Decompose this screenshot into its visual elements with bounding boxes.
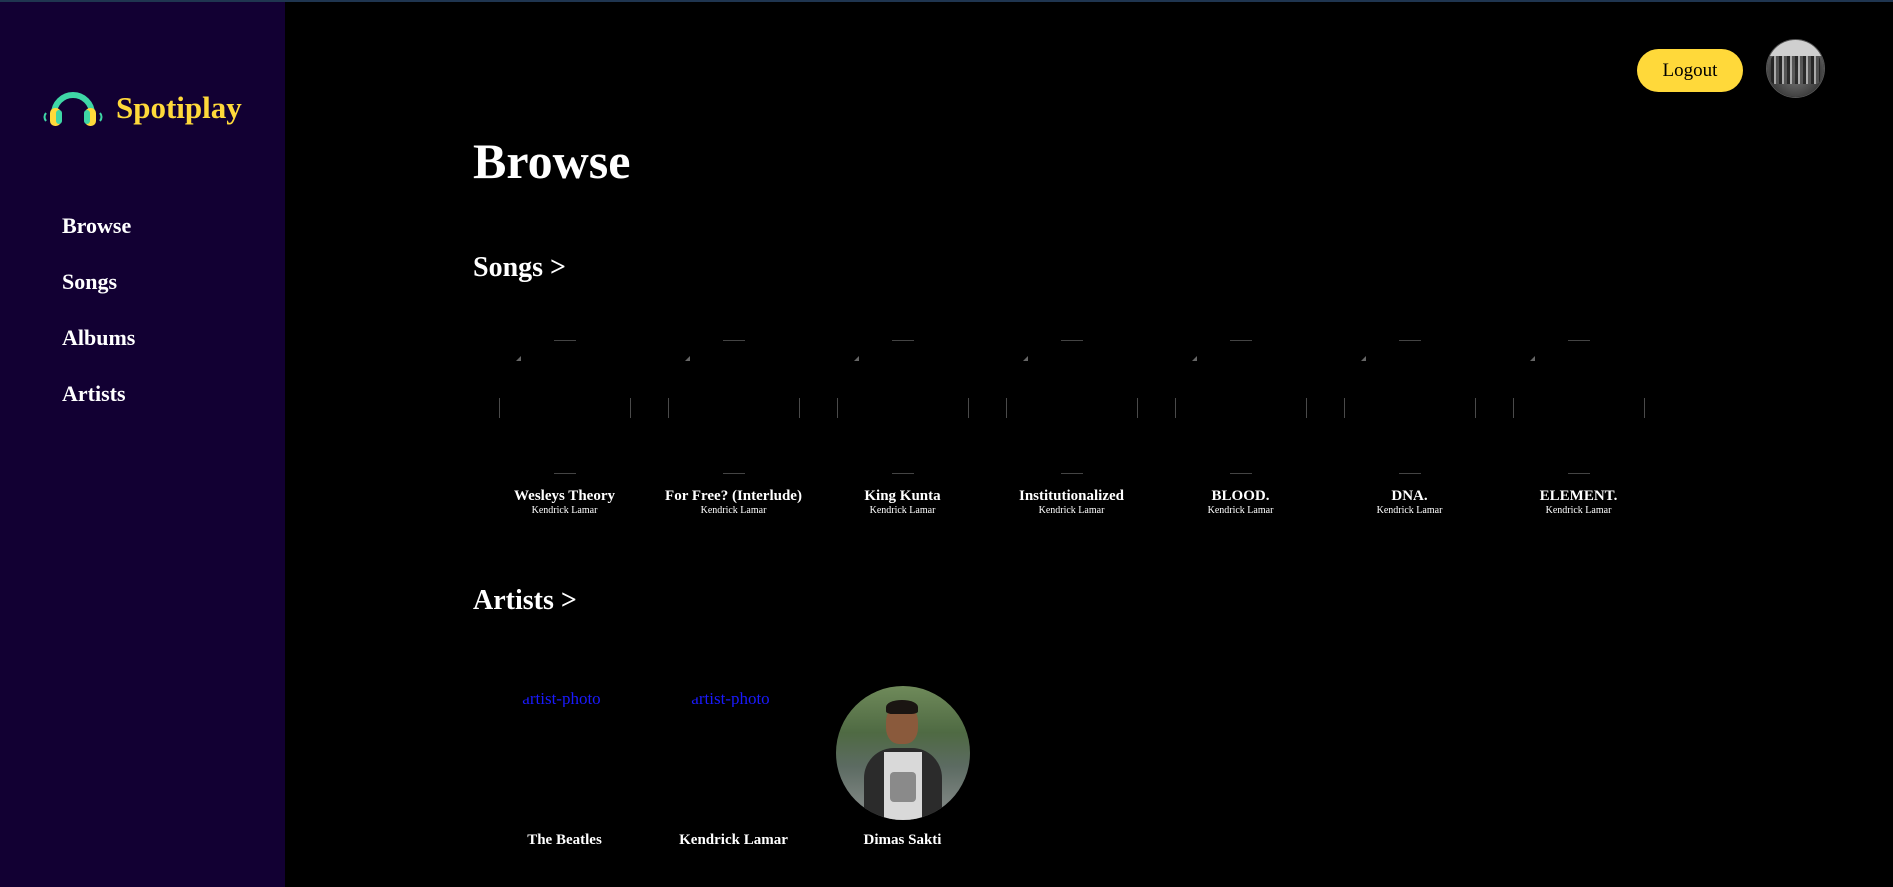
song-card[interactable]: King Kunta Kendrick Lamar: [818, 340, 987, 517]
avatar-photo-sky: [1767, 40, 1824, 56]
song-title: King Kunta: [864, 488, 941, 504]
song-artist: Kendrick Lamar: [700, 505, 767, 516]
song-card[interactable]: ELEMENT. Kendrick Lamar: [1494, 340, 1663, 517]
artist-card[interactable]: artist-photo Kendrick Lamar: [649, 686, 818, 849]
song-artist: Kendrick Lamar: [1207, 505, 1274, 516]
artist-photo-alt-text: artist-photo: [522, 690, 601, 707]
song-artist: Kendrick Lamar: [1545, 505, 1612, 516]
brand[interactable]: Spotiplay: [40, 86, 242, 128]
song-card[interactable]: Wesleys Theory Kendrick Lamar: [480, 340, 649, 517]
song-cover-image: [1005, 340, 1139, 474]
sidebar-item-albums[interactable]: Albums: [62, 320, 135, 376]
song-title: DNA.: [1391, 488, 1428, 504]
artist-card[interactable]: Dimas Sakti: [818, 686, 987, 849]
song-card[interactable]: For Free? (Interlude) Kendrick Lamar: [649, 340, 818, 517]
song-card[interactable]: DNA. Kendrick Lamar: [1325, 340, 1494, 517]
photo-hair: [885, 700, 918, 714]
song-cover-image: [1343, 340, 1477, 474]
artist-photo: [835, 686, 970, 820]
logout-button[interactable]: Logout: [1637, 49, 1743, 92]
artist-name: Dimas Sakti: [863, 832, 942, 848]
song-artist: Kendrick Lamar: [1376, 505, 1443, 516]
song-cover-image: [836, 340, 970, 474]
artist-card[interactable]: artist-photo The Beatles: [480, 686, 649, 849]
sidebar-item-songs[interactable]: Songs: [62, 264, 135, 320]
song-title: BLOOD.: [1211, 488, 1270, 504]
song-cover-image: [1512, 340, 1646, 474]
song-artist: Kendrick Lamar: [531, 505, 598, 516]
photo-shirt-print: [889, 772, 916, 802]
song-title: ELEMENT.: [1539, 488, 1618, 504]
avatar-photo-crowd: [1771, 56, 1820, 84]
song-cover-image: [667, 340, 801, 474]
artists-list: artist-photo The Beatles artist-photo Ke…: [480, 686, 987, 849]
song-title: Institutionalized: [1018, 488, 1124, 504]
song-card[interactable]: Institutionalized Kendrick Lamar: [987, 340, 1156, 517]
user-avatar[interactable]: [1767, 40, 1824, 97]
artist-photo-alt-text: artist-photo: [691, 690, 770, 707]
sidebar-item-browse[interactable]: Browse: [62, 208, 135, 264]
song-artist: Kendrick Lamar: [869, 505, 936, 516]
artist-photo-broken: artist-photo: [498, 686, 632, 820]
artist-name: Kendrick Lamar: [679, 832, 788, 848]
sidebar-nav: Browse Songs Albums Artists: [62, 208, 135, 432]
song-artist: Kendrick Lamar: [1038, 505, 1105, 516]
songs-section-link[interactable]: Songs >: [473, 254, 566, 282]
page-title: Browse: [473, 133, 631, 189]
song-cover-image: [498, 340, 632, 474]
brand-name: Spotiplay: [116, 89, 242, 125]
headphones-icon: [43, 92, 103, 126]
sidebar: Spotiplay Browse Songs Albums Artists: [0, 2, 285, 887]
artists-section-link[interactable]: Artists >: [473, 587, 577, 615]
artist-name: The Beatles: [527, 832, 602, 848]
song-title: Wesleys Theory: [514, 488, 615, 504]
song-card[interactable]: BLOOD. Kendrick Lamar: [1156, 340, 1325, 517]
sidebar-item-artists[interactable]: Artists: [62, 376, 135, 432]
song-title: For Free? (Interlude): [665, 488, 802, 504]
song-cover-image: [1174, 340, 1308, 474]
songs-list: Wesleys Theory Kendrick Lamar For Free? …: [480, 340, 1663, 517]
artist-photo-broken: artist-photo: [667, 686, 801, 820]
